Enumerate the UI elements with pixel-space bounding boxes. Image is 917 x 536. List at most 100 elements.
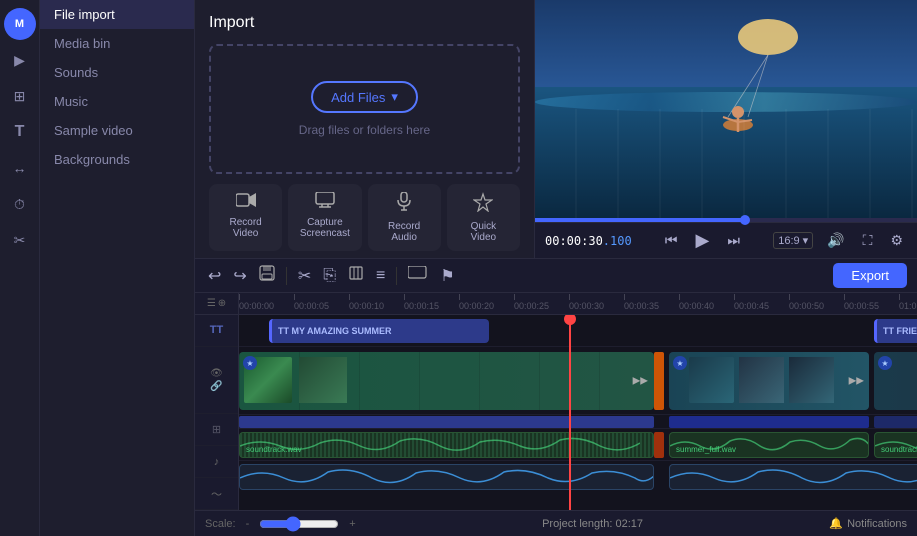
ruler-mark-11: 00:00:55 bbox=[844, 294, 899, 311]
fullscreen-button[interactable]: ⛶ bbox=[859, 230, 877, 251]
waveform-icon: 〜 bbox=[211, 486, 222, 502]
menu-item-music[interactable]: Music bbox=[40, 87, 194, 116]
icon-sidebar: M ▶ ⊞ T ↔ ⏱ ✂ bbox=[0, 0, 40, 536]
grid-icon[interactable]: ⊞ bbox=[4, 80, 36, 112]
video-clip-2[interactable]: ★ ▶▶ bbox=[669, 352, 869, 410]
snap-btn[interactable]: ⊕ bbox=[218, 298, 226, 309]
video-track-label: 👁 🔗 bbox=[195, 347, 238, 415]
tools-icon[interactable]: ✂ bbox=[4, 224, 36, 256]
action-buttons: RecordVideo CaptureScreencast RecordAudi… bbox=[209, 184, 520, 251]
export-button[interactable]: Export bbox=[833, 263, 907, 288]
capture-screencast-icon bbox=[315, 192, 335, 213]
transitions-icon[interactable]: ↔ bbox=[4, 152, 36, 184]
time-current: 00:00:30 bbox=[545, 234, 603, 248]
title-clip-2-label: TT FRIENDSHIP bbox=[883, 326, 917, 336]
timeline-main: ☰ ⊕ TT 👁 🔗 ⊞ bbox=[195, 293, 917, 510]
zoom-out-icon: - bbox=[246, 518, 250, 530]
drop-zone[interactable]: Add Files ▾ Drag files or folders here bbox=[209, 44, 520, 174]
audio-track-2-label: 〜 bbox=[195, 478, 238, 510]
logo-icon[interactable]: M bbox=[4, 8, 36, 40]
text-icon[interactable]: T bbox=[4, 116, 36, 148]
eye-icon[interactable]: 👁 bbox=[210, 368, 223, 379]
timeline-ruler: 00:00:00 00:00:05 00:00:10 00:00:15 00:0… bbox=[239, 293, 917, 315]
audio-link-icon[interactable]: 🔗 bbox=[210, 381, 222, 392]
video-placeholder bbox=[535, 0, 917, 218]
track-menu-btn[interactable]: ☰ bbox=[207, 298, 216, 309]
timeline-area: ↩ ↪ ✂ ⎘ ≡ ⚑ Export bbox=[195, 258, 917, 536]
app-container: M ▶ ⊞ T ↔ ⏱ ✂ File import Media bin Soun… bbox=[0, 0, 917, 536]
media-icon[interactable]: ▶ bbox=[4, 44, 36, 76]
menu-item-sounds[interactable]: Sounds bbox=[40, 58, 194, 87]
preview-controls: 00:00:30.100 ⏮ ▶ ⏭ 16:9 ▾ 🔊 ⛶ ⚙ bbox=[535, 222, 917, 258]
blue-bar-2[interactable] bbox=[669, 416, 869, 428]
record-video-btn[interactable]: RecordVideo bbox=[209, 184, 282, 251]
scale-slider[interactable] bbox=[259, 516, 339, 532]
prev-button[interactable]: ⏮ bbox=[661, 230, 682, 251]
clip-star-badge-2: ★ bbox=[673, 356, 687, 370]
ruler-mark-12: 01:01:00 bbox=[899, 294, 917, 311]
copy-button[interactable]: ⎘ bbox=[320, 265, 339, 287]
settings-button[interactable]: ⚙ bbox=[886, 230, 907, 251]
volume-button[interactable]: 🔊 bbox=[823, 230, 848, 251]
import-title: Import bbox=[209, 14, 520, 32]
notifications-button[interactable]: 🔔 Notifications bbox=[829, 517, 907, 530]
record-audio-btn[interactable]: RecordAudio bbox=[368, 184, 441, 251]
video-clip-transition[interactable] bbox=[654, 352, 664, 410]
play-button[interactable]: ▶ bbox=[692, 228, 714, 253]
title-clip-1[interactable]: TT MY AMAZING SUMMER bbox=[269, 319, 489, 343]
add-files-button[interactable]: Add Files ▾ bbox=[311, 81, 418, 113]
blue-bar-3[interactable] bbox=[874, 416, 917, 428]
record-video-label: RecordVideo bbox=[230, 217, 262, 239]
trim-button[interactable] bbox=[345, 263, 367, 288]
undo-button[interactable]: ↩ bbox=[205, 264, 224, 288]
adjustments-button[interactable]: ≡ bbox=[373, 265, 388, 287]
audio-clip-2[interactable] bbox=[654, 432, 664, 458]
next-button[interactable]: ⏭ bbox=[723, 230, 744, 251]
preview-video bbox=[535, 0, 917, 218]
clip-star-badge-3: ★ bbox=[878, 356, 892, 370]
save-button[interactable] bbox=[256, 263, 278, 288]
music-clip-1[interactable] bbox=[239, 464, 654, 490]
menu-item-file-import[interactable]: File import bbox=[40, 0, 194, 29]
audio-clip-3[interactable]: summer_full.wav bbox=[669, 432, 869, 458]
ruler-mark-0: 00:00:00 bbox=[239, 294, 294, 311]
record-audio-icon bbox=[397, 192, 411, 217]
redo-button[interactable]: ↪ bbox=[230, 264, 249, 288]
import-panel: Import Add Files ▾ Drag files or folders… bbox=[195, 0, 535, 258]
video-clip-main[interactable]: ★ ▶▶ bbox=[239, 352, 654, 410]
preview-panel: 00:00:30.100 ⏮ ▶ ⏭ 16:9 ▾ 🔊 ⛶ ⚙ bbox=[535, 0, 917, 258]
capture-screencast-label: CaptureScreencast bbox=[300, 217, 350, 239]
time-accent: .100 bbox=[603, 234, 632, 248]
video-clip-3[interactable]: ★ ▶▶ bbox=[874, 352, 917, 410]
music-clip-2[interactable]: mu... bbox=[669, 464, 917, 490]
ruler-mark-6: 00:00:30 bbox=[569, 294, 624, 311]
aspect-ratio[interactable]: 16:9 ▾ bbox=[773, 232, 813, 249]
blue-bar-1[interactable] bbox=[239, 416, 654, 428]
ruler-mark-10: 00:00:50 bbox=[789, 294, 844, 311]
dropdown-arrow: ▾ bbox=[391, 89, 398, 105]
audio-track-2: mu... bbox=[239, 461, 917, 493]
cut-button[interactable]: ✂ bbox=[295, 264, 314, 288]
menu-item-backgrounds[interactable]: Backgrounds bbox=[40, 145, 194, 174]
notifications-label: Notifications bbox=[847, 518, 907, 530]
subtitle-track-label: ⊞ bbox=[195, 414, 238, 446]
music-icon: ♪ bbox=[214, 456, 220, 468]
flag-button[interactable]: ⚑ bbox=[437, 264, 457, 288]
menu-item-media-bin[interactable]: Media bin bbox=[40, 29, 194, 58]
ruler-mark-7: 00:00:35 bbox=[624, 294, 679, 311]
ruler-marks: 00:00:00 00:00:05 00:00:10 00:00:15 00:0… bbox=[239, 294, 917, 311]
main-content: Import Add Files ▾ Drag files or folders… bbox=[195, 0, 917, 536]
timeline-toolbar: ↩ ↪ ✂ ⎘ ≡ ⚑ Export bbox=[195, 259, 917, 293]
audio-clip-4[interactable]: soundtrack.wav bbox=[874, 432, 917, 458]
quick-video-btn[interactable]: QuickVideo bbox=[447, 184, 520, 251]
transition-button[interactable] bbox=[405, 264, 431, 287]
project-length: Project length: 02:17 bbox=[366, 518, 820, 530]
playhead[interactable] bbox=[569, 315, 571, 510]
history-icon[interactable]: ⏱ bbox=[4, 188, 36, 220]
title-clip-2[interactable]: TT FRIENDSHIP bbox=[874, 319, 917, 343]
audio-clip-1[interactable]: soundtrack.wav bbox=[239, 432, 654, 458]
progress-bar[interactable] bbox=[535, 218, 917, 222]
title-clip-1-label: TT MY AMAZING SUMMER bbox=[278, 326, 392, 336]
menu-item-sample-video[interactable]: Sample video bbox=[40, 116, 194, 145]
capture-screencast-btn[interactable]: CaptureScreencast bbox=[288, 184, 361, 251]
